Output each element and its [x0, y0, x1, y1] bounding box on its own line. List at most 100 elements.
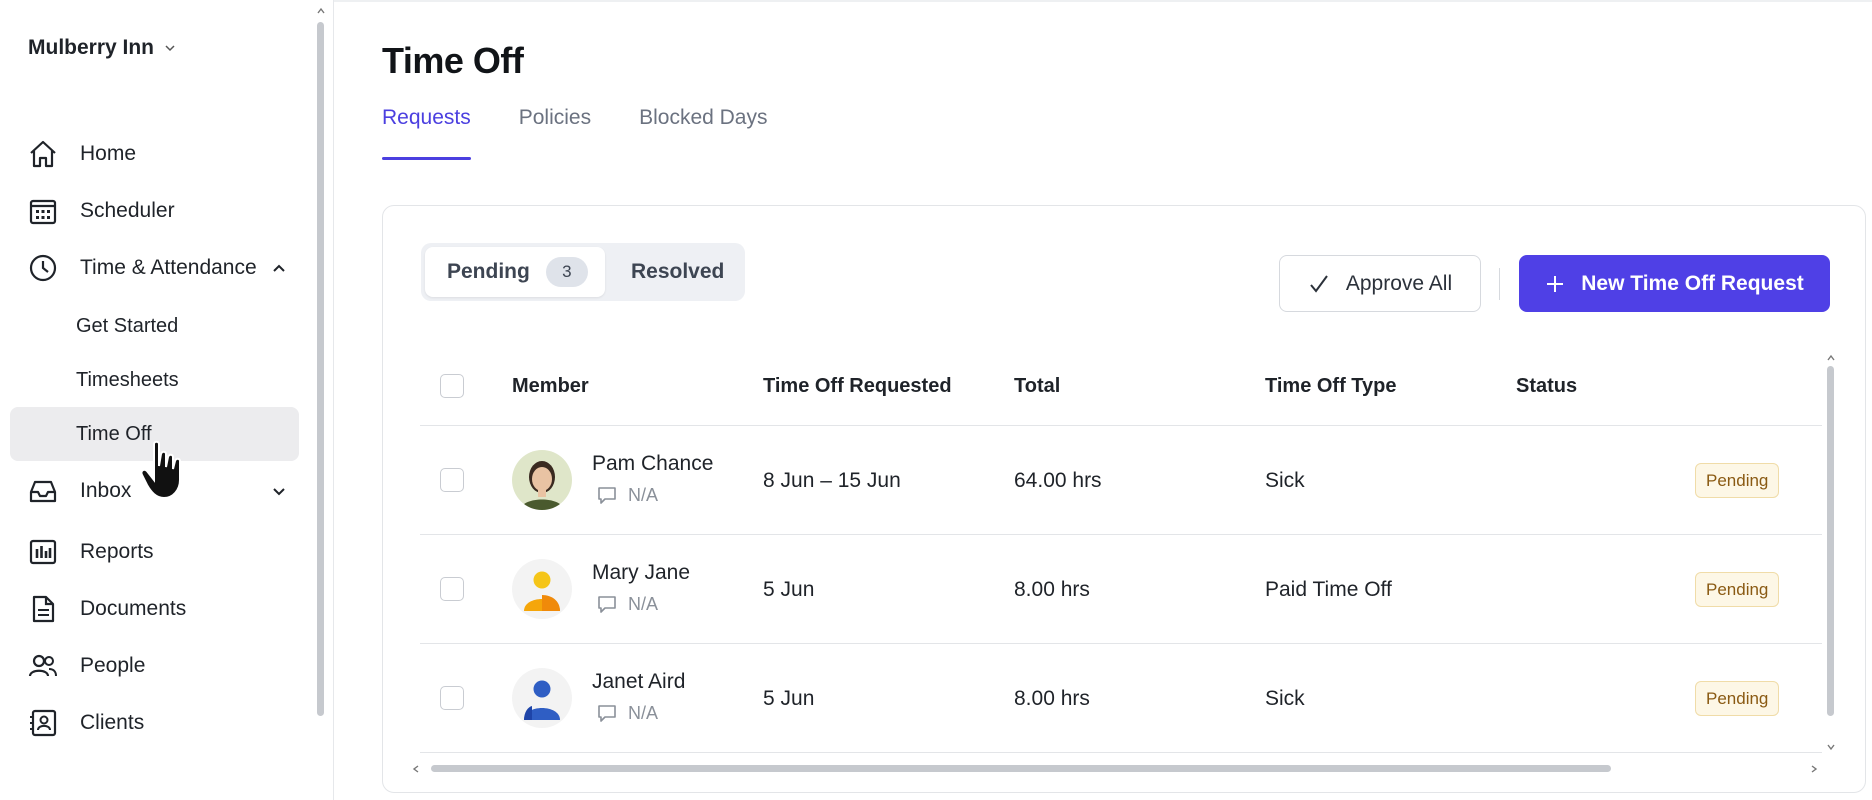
time-off-type-cell: Sick: [1265, 686, 1305, 710]
bar-chart-icon: [26, 535, 60, 569]
row-checkbox[interactable]: [440, 686, 464, 710]
sidebar-scrollbar[interactable]: [317, 22, 324, 716]
chevron-down-icon: [165, 45, 175, 52]
column-header-status[interactable]: Status: [1516, 346, 1577, 426]
org-name: Mulberry Inn: [28, 36, 155, 59]
new-request-label: New Time Off Request: [1581, 271, 1804, 295]
sidebar-item-documents[interactable]: Documents: [10, 582, 299, 636]
sidebar-subitem-timesheets[interactable]: Timesheets: [10, 353, 299, 407]
comment-icon: [598, 487, 616, 504]
member-note: N/A: [592, 484, 658, 506]
calendar-icon: [26, 194, 60, 228]
table-row[interactable]: Janet Aird N/A 5 Jun 8.00 hrs Sick Pendi…: [420, 644, 1822, 753]
scroll-left-arrow-icon[interactable]: [411, 764, 421, 774]
member-note: N/A: [592, 593, 658, 615]
status-filter-toggle: Pending 3 Resolved: [421, 243, 745, 301]
scroll-up-arrow-icon[interactable]: [316, 6, 326, 16]
note-text: N/A: [628, 702, 659, 723]
resolved-filter-button[interactable]: Resolved: [605, 247, 724, 297]
note-text: N/A: [628, 593, 659, 614]
member-name: Mary Jane: [592, 561, 691, 584]
chevron-down-icon: [273, 488, 285, 496]
approve-all-button[interactable]: Approve All: [1279, 255, 1481, 312]
org-switcher[interactable]: Mulberry Inn: [28, 36, 176, 60]
document-icon: [26, 592, 60, 626]
inbox-icon: [26, 474, 60, 508]
tab-requests[interactable]: Requests: [382, 106, 471, 160]
sidebar-item-label: Clients: [80, 711, 145, 734]
time-off-requested-cell: 5 Jun: [763, 577, 815, 601]
pending-count-badge: 3: [545, 257, 588, 287]
sidebar-item-people[interactable]: People: [10, 639, 299, 693]
plus-icon: [1547, 275, 1564, 292]
scroll-down-arrow-icon[interactable]: [1826, 742, 1836, 752]
comment-icon: [598, 596, 616, 613]
column-header-member[interactable]: Member: [512, 346, 589, 426]
column-header-total[interactable]: Total: [1014, 346, 1060, 426]
member-name: Pam Chance: [592, 452, 714, 475]
home-icon: [26, 137, 60, 171]
sidebar-item-label: Reports: [80, 540, 154, 563]
pending-filter-button[interactable]: Pending 3: [425, 247, 605, 297]
member-note: N/A: [592, 702, 658, 724]
sidebar-item-home[interactable]: Home: [10, 127, 299, 181]
sidebar-item-label: Inbox: [80, 479, 132, 502]
table-row[interactable]: Pam Chance N/A 8 Jun – 15 Jun 64.00 hrs …: [420, 426, 1822, 535]
page-title: Time Off: [382, 40, 524, 81]
sidebar-item-reports[interactable]: Reports: [10, 525, 299, 579]
total-cell: 8.00 hrs: [1014, 686, 1090, 710]
sidebar: Mulberry Inn Home Scheduler Time & Atten…: [0, 0, 334, 800]
pending-filter-label: Pending: [447, 260, 530, 283]
sidebar-item-label: People: [80, 654, 146, 677]
table-header: Member Time Off Requested Total Time Off…: [420, 346, 1822, 426]
checkmark-icon: [1310, 274, 1328, 293]
total-cell: 8.00 hrs: [1014, 577, 1090, 601]
actions-divider: [1499, 268, 1500, 300]
column-header-time-off-requested[interactable]: Time Off Requested: [763, 346, 952, 426]
status-badge: Pending: [1695, 681, 1780, 716]
requests-card: Pending 3 Resolved Approve All New Time …: [382, 205, 1866, 793]
table-vertical-scrollbar[interactable]: [1827, 366, 1834, 716]
status-badge: Pending: [1695, 463, 1780, 498]
contact-card-icon: [26, 706, 60, 740]
clock-icon: [26, 251, 60, 285]
sidebar-item-label: Documents: [80, 597, 187, 620]
scroll-right-arrow-icon[interactable]: [1809, 764, 1819, 774]
time-off-requested-cell: 8 Jun – 15 Jun: [763, 468, 901, 492]
row-checkbox[interactable]: [440, 468, 464, 492]
sidebar-item-clients[interactable]: Clients: [10, 696, 299, 750]
tab-policies[interactable]: Policies: [519, 106, 591, 160]
sidebar-subitem-label: Timesheets: [76, 368, 179, 391]
sidebar-subitem-label: Get Started: [76, 314, 179, 337]
note-text: N/A: [628, 484, 659, 505]
approve-all-label: Approve All: [1345, 271, 1453, 295]
member-name: Janet Aird: [592, 670, 686, 693]
row-checkbox[interactable]: [440, 577, 464, 601]
avatar: [512, 668, 572, 728]
time-off-type-cell: Sick: [1265, 468, 1305, 492]
column-header-time-off-type[interactable]: Time Off Type: [1265, 346, 1397, 426]
hand-pointer-cursor-icon: [140, 440, 181, 500]
new-time-off-request-button[interactable]: New Time Off Request: [1519, 255, 1830, 312]
avatar: [512, 559, 572, 619]
top-border: [334, 0, 1872, 2]
sidebar-item-time-attendance[interactable]: Time & Attendance: [10, 241, 299, 295]
sidebar-subitem-get-started[interactable]: Get Started: [10, 299, 299, 353]
avatar: [512, 450, 572, 510]
requests-table: Member Time Off Requested Total Time Off…: [420, 346, 1822, 753]
time-off-requested-cell: 5 Jun: [763, 686, 815, 710]
chevron-up-icon: [273, 264, 285, 272]
sidebar-item-scheduler[interactable]: Scheduler: [10, 184, 299, 238]
select-all-checkbox[interactable]: [440, 374, 464, 398]
total-cell: 64.00 hrs: [1014, 468, 1102, 492]
sidebar-item-label: Scheduler: [80, 199, 175, 222]
scroll-up-arrow-icon[interactable]: [1826, 353, 1836, 363]
sidebar-item-label: Time & Attendance: [80, 256, 257, 279]
tab-blocked-days[interactable]: Blocked Days: [639, 106, 767, 160]
table-row[interactable]: Mary Jane N/A 5 Jun 8.00 hrs Paid Time O…: [420, 535, 1822, 644]
people-icon: [26, 649, 60, 683]
sidebar-item-label: Home: [80, 142, 137, 165]
status-badge: Pending: [1695, 572, 1780, 607]
comment-icon: [598, 705, 616, 722]
table-horizontal-scrollbar[interactable]: [431, 765, 1611, 772]
